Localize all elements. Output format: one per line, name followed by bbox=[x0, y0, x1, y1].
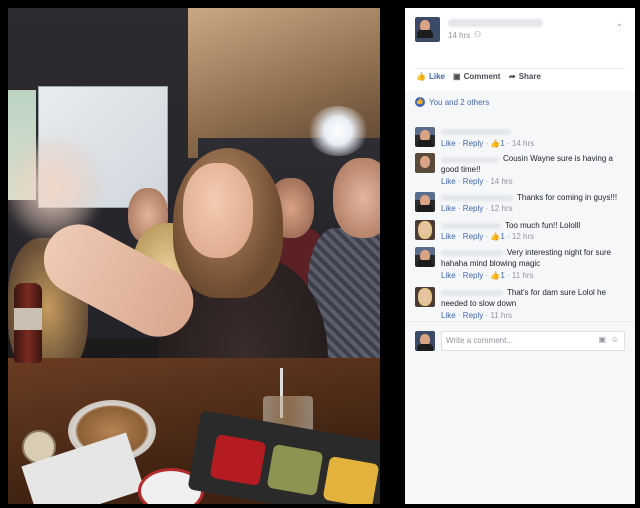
comment-time[interactable]: 11 hrs bbox=[512, 271, 534, 280]
comment-time[interactable]: 11 hrs bbox=[490, 311, 512, 320]
comment-reply-link[interactable]: Reply bbox=[463, 232, 483, 241]
photo-person bbox=[333, 158, 380, 238]
reactions-summary[interactable]: 👍 You and 2 others bbox=[415, 97, 489, 107]
comment-like-count[interactable]: 1 bbox=[500, 139, 504, 148]
comment-like-link[interactable]: Like bbox=[441, 311, 456, 320]
commenter-avatar[interactable] bbox=[415, 287, 435, 307]
comment-text: Very interesting night for sure hahaha m… bbox=[441, 248, 612, 268]
comment-reply-link[interactable]: Reply bbox=[463, 204, 483, 213]
comments-section: 👍 You and 2 others Like · Reply · 👍1 · 1… bbox=[405, 91, 635, 504]
comment-meta: Like · Reply · 👍1 · 14 hrs bbox=[441, 139, 535, 148]
post-time[interactable]: 14 hrs bbox=[448, 31, 470, 40]
thumbs-up-icon: 👍 bbox=[490, 232, 501, 241]
emoji-icon[interactable]: ☺ bbox=[611, 335, 619, 344]
commenter-avatar[interactable] bbox=[415, 220, 435, 240]
post-photo[interactable] bbox=[8, 8, 380, 504]
post-actions: 👍 Like ▣ Comment ➦ Share bbox=[405, 72, 635, 86]
commenter-avatar[interactable] bbox=[415, 127, 435, 147]
comment-like-link[interactable]: Like bbox=[441, 177, 456, 186]
photo-tray-cup bbox=[266, 443, 324, 497]
commenter-avatar[interactable] bbox=[415, 247, 435, 267]
comment-icon: ▣ bbox=[453, 72, 461, 81]
post-side-panel: 14 hrs ⚇ ⌄ 👍 Like ▣ Comment ➦ Share 👍 Yo… bbox=[405, 8, 635, 504]
current-user-avatar bbox=[415, 331, 435, 351]
commenter-avatar[interactable] bbox=[415, 153, 435, 173]
divider bbox=[405, 321, 635, 322]
comment-time[interactable]: 12 hrs bbox=[512, 232, 534, 241]
comment-like-count[interactable]: 1 bbox=[500, 232, 504, 241]
comment-like-count[interactable]: 1 bbox=[500, 271, 504, 280]
photo-tray-cup bbox=[322, 455, 380, 504]
post-header: 14 hrs ⚇ ⌄ bbox=[405, 8, 635, 66]
comment-reply-link[interactable]: Reply bbox=[463, 271, 483, 280]
comment-meta: Like · Reply · 14 hrs bbox=[441, 177, 513, 186]
comment-composer: Write a comment... ▣ ☺ bbox=[415, 331, 625, 351]
comment-text: Cousin Wayne sure is having a good time!… bbox=[441, 154, 613, 174]
comment-time[interactable]: 14 hrs bbox=[512, 139, 534, 148]
comment-like-link[interactable]: Like bbox=[441, 271, 456, 280]
comment-meta: Like · Reply · 👍1 · 11 hrs bbox=[441, 271, 534, 280]
photo-bottle-label bbox=[14, 308, 42, 330]
photo-light bbox=[308, 106, 368, 156]
comment-meta: Like · Reply · 👍1 · 12 hrs bbox=[441, 232, 535, 241]
photo-hand bbox=[8, 138, 98, 238]
comment-button[interactable]: ▣ Comment bbox=[453, 72, 500, 81]
comment-input[interactable]: Write a comment... ▣ ☺ bbox=[441, 331, 625, 351]
comment-text: Thanks for coming in guys!!! bbox=[517, 193, 618, 202]
comment-like-link[interactable]: Like bbox=[441, 204, 456, 213]
comment-text: Too much fun!! Lololll bbox=[505, 221, 581, 230]
thumbs-up-icon: 👍 bbox=[416, 72, 426, 81]
comment-time[interactable]: 14 hrs bbox=[490, 177, 512, 186]
camera-icon[interactable]: ▣ bbox=[598, 335, 606, 344]
comment-like-link[interactable]: Like bbox=[441, 139, 456, 148]
divider bbox=[415, 68, 625, 69]
comment-text: That's for dam sure Lolol he needed to s… bbox=[441, 288, 606, 308]
comment-like-link[interactable]: Like bbox=[441, 232, 456, 241]
comment-meta: Like · Reply · 12 hrs bbox=[441, 204, 513, 213]
author-avatar[interactable] bbox=[415, 17, 440, 42]
thumbs-up-icon: 👍 bbox=[490, 139, 501, 148]
comment-reply-link[interactable]: Reply bbox=[463, 311, 483, 320]
comment-reply-link[interactable]: Reply bbox=[463, 139, 483, 148]
photo-tray-cup bbox=[209, 433, 267, 487]
commenter-name-redacted bbox=[441, 129, 511, 135]
comment-reply-link[interactable]: Reply bbox=[463, 177, 483, 186]
comment-input-placeholder: Write a comment... bbox=[446, 336, 513, 345]
like-badge-icon: 👍 bbox=[415, 97, 425, 107]
comment-meta: Like · Reply · 11 hrs bbox=[441, 311, 512, 320]
share-button[interactable]: ➦ Share bbox=[509, 72, 541, 81]
thumbs-up-icon: 👍 bbox=[490, 271, 501, 280]
chevron-down-icon[interactable]: ⌄ bbox=[615, 18, 623, 29]
commenter-avatar[interactable] bbox=[415, 192, 435, 212]
photo-main-person-face bbox=[183, 163, 253, 258]
comment-time[interactable]: 12 hrs bbox=[490, 204, 512, 213]
friends-icon[interactable]: ⚇ bbox=[474, 30, 481, 39]
like-button[interactable]: 👍 Like bbox=[416, 72, 445, 81]
author-name-redacted bbox=[448, 19, 543, 27]
share-icon: ➦ bbox=[509, 72, 516, 81]
